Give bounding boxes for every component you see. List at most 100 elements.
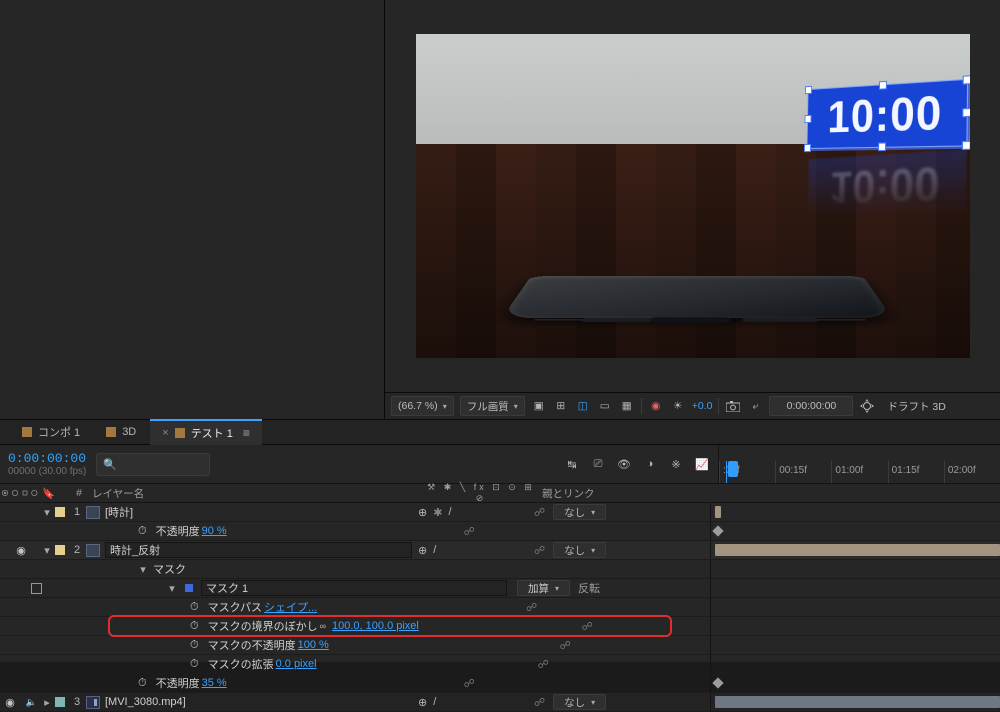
label-color[interactable]: [55, 697, 65, 707]
visibility-icon[interactable]: ◉: [5, 696, 15, 709]
tab-test1[interactable]: × テスト 1 ≡: [150, 419, 262, 445]
property-mask-expansion[interactable]: マスクの拡張: [208, 656, 274, 672]
fast-preview-dropdown[interactable]: ドラフト 3D: [881, 397, 951, 415]
mask-invert-label[interactable]: 反転: [578, 580, 600, 596]
pickwhip-icon[interactable]: ☍: [534, 696, 545, 709]
exposure-value[interactable]: +0.0: [692, 400, 713, 412]
current-time[interactable]: 0:00:00:00: [8, 451, 86, 466]
keyframe-icon[interactable]: [712, 677, 723, 688]
search-icon: 🔍: [103, 458, 117, 471]
fast-preview-value: ドラフト 3D: [887, 399, 945, 414]
toggle-mask-icon[interactable]: ◫: [575, 398, 591, 414]
col-layer-name: レイヤー名: [88, 486, 426, 501]
mask-mode-dropdown[interactable]: 加算▾: [517, 580, 570, 596]
viewer-canvas[interactable]: 10:00 10:00: [385, 0, 1000, 392]
group-masks[interactable]: マスク: [153, 561, 186, 577]
pickwhip-icon[interactable]: ☍: [560, 639, 571, 652]
renderer-icon[interactable]: [859, 398, 875, 414]
parent-dropdown[interactable]: なし▾: [553, 504, 606, 520]
transparency-grid-icon[interactable]: ▦: [619, 398, 635, 414]
tab-comp1[interactable]: コンポ 1: [10, 420, 92, 444]
label-color[interactable]: [55, 545, 65, 555]
time-ruler[interactable]: :00f 00:15f 01:00f 01:15f 02:00f: [719, 461, 1000, 483]
property-mask-path[interactable]: マスクパス: [208, 599, 262, 615]
timeline-search[interactable]: 🔍: [96, 453, 210, 476]
tab-label: 3D: [122, 426, 136, 438]
toggle-alpha-icon[interactable]: ▣: [531, 398, 547, 414]
panel-menu-icon[interactable]: ≡: [243, 426, 250, 440]
mask-name[interactable]: マスク 1: [201, 580, 507, 596]
twirl-icon[interactable]: ▾: [42, 506, 52, 519]
stopwatch-icon[interactable]: ⏱: [190, 620, 199, 633]
composition-viewer: 10:00 10:00 (66.7 %) ▾: [385, 0, 1000, 419]
stopwatch-icon[interactable]: ⏱: [190, 601, 199, 614]
twirl-icon[interactable]: ▸: [42, 696, 52, 709]
pickwhip-icon[interactable]: ☍: [534, 544, 545, 557]
shy-icon[interactable]: 👁: [616, 456, 632, 472]
mask-color[interactable]: [185, 584, 193, 592]
keyframe-icon[interactable]: [712, 525, 723, 536]
pickwhip-icon[interactable]: ☍: [464, 677, 475, 690]
tab-3d[interactable]: 3D: [94, 422, 148, 442]
resolution-dropdown[interactable]: フル画質 ▾: [460, 396, 525, 416]
zoom-dropdown[interactable]: (66.7 %) ▾: [391, 396, 454, 416]
twirl-icon[interactable]: ▾: [138, 563, 148, 576]
snapshot-icon[interactable]: [725, 398, 741, 414]
label-color[interactable]: [55, 507, 65, 517]
stopwatch-icon[interactable]: ⏱: [138, 677, 147, 690]
layer-name-input[interactable]: 時計_反射: [105, 542, 412, 558]
pickwhip-icon[interactable]: ☍: [464, 525, 475, 538]
cti-head[interactable]: [728, 461, 738, 477]
preview-time[interactable]: 0:00:00:00: [769, 396, 853, 416]
motion-blur-icon[interactable]: ※: [668, 456, 684, 472]
toggle-grid-icon[interactable]: ⊞: [553, 398, 569, 414]
roi-icon[interactable]: ▭: [597, 398, 613, 414]
timeline-tabs: コンポ 1 3D × テスト 1 ≡: [0, 420, 1000, 445]
stopwatch-icon[interactable]: ⏱: [138, 525, 147, 538]
stopwatch-icon[interactable]: ⏱: [190, 639, 199, 652]
opacity-value[interactable]: 90 %: [202, 525, 227, 537]
composition-icon: [86, 506, 100, 519]
layer-name[interactable]: [時計]: [105, 504, 133, 520]
visibility-icon[interactable]: ◉: [16, 544, 26, 557]
opacity-value[interactable]: 35 %: [202, 677, 227, 689]
frame-blend-icon[interactable]: ◑: [642, 456, 658, 472]
zoom-value: (66.7 %): [398, 400, 438, 412]
graph-editor-icon[interactable]: 📈: [694, 456, 710, 472]
property-opacity[interactable]: 不透明度: [156, 523, 200, 539]
exposure-icon[interactable]: ☀: [670, 398, 686, 414]
pickwhip-icon[interactable]: ☍: [534, 506, 545, 519]
property-mask-opacity[interactable]: マスクの不透明度: [208, 637, 296, 653]
project-panel[interactable]: [0, 0, 385, 419]
property-opacity[interactable]: 不透明度: [156, 675, 200, 691]
show-snapshot-icon[interactable]: ⤶: [747, 398, 763, 414]
parent-dropdown[interactable]: なし▾: [553, 694, 606, 710]
stopwatch-icon[interactable]: ⏱: [190, 658, 199, 671]
layer-name[interactable]: [MVI_3080.mp4]: [105, 696, 186, 708]
audio-icon[interactable]: 🔈: [25, 697, 36, 708]
composition-icon: [175, 428, 185, 438]
tab-label: テスト 1: [191, 425, 233, 441]
mask-lock-checkbox[interactable]: [31, 583, 42, 594]
overlay-reflection: 10:00: [807, 149, 967, 217]
pickwhip-icon[interactable]: ☍: [526, 601, 537, 614]
resolution-value: フル画質: [467, 399, 509, 414]
constrain-proportions-icon[interactable]: ∞: [320, 621, 326, 631]
twirl-icon[interactable]: ▾: [42, 544, 52, 557]
ruler-tick: 01:15f: [892, 465, 920, 476]
mask-opacity-value[interactable]: 100 %: [298, 639, 329, 651]
parent-dropdown[interactable]: なし▾: [553, 542, 606, 558]
color-mgmt-icon[interactable]: ◉: [648, 398, 664, 414]
composition-icon: [86, 544, 100, 557]
property-mask-feather[interactable]: マスクの境界のぼかし: [208, 618, 318, 634]
draft3d-icon[interactable]: ⎚: [590, 456, 606, 472]
overlay-clock-layer[interactable]: 10:00: [807, 80, 967, 148]
pickwhip-icon[interactable]: ☍: [582, 620, 593, 633]
mask-feather-value[interactable]: 100.0, 100.0 pixel: [332, 620, 419, 632]
twirl-icon[interactable]: ▾: [167, 582, 177, 595]
mask-expansion-value[interactable]: 0.0 pixel: [276, 658, 317, 670]
search-input[interactable]: [123, 456, 187, 473]
mask-path-value[interactable]: シェイプ...: [264, 602, 317, 614]
comp-flow-icon[interactable]: ↹: [564, 456, 580, 472]
pickwhip-icon[interactable]: ☍: [538, 658, 549, 671]
